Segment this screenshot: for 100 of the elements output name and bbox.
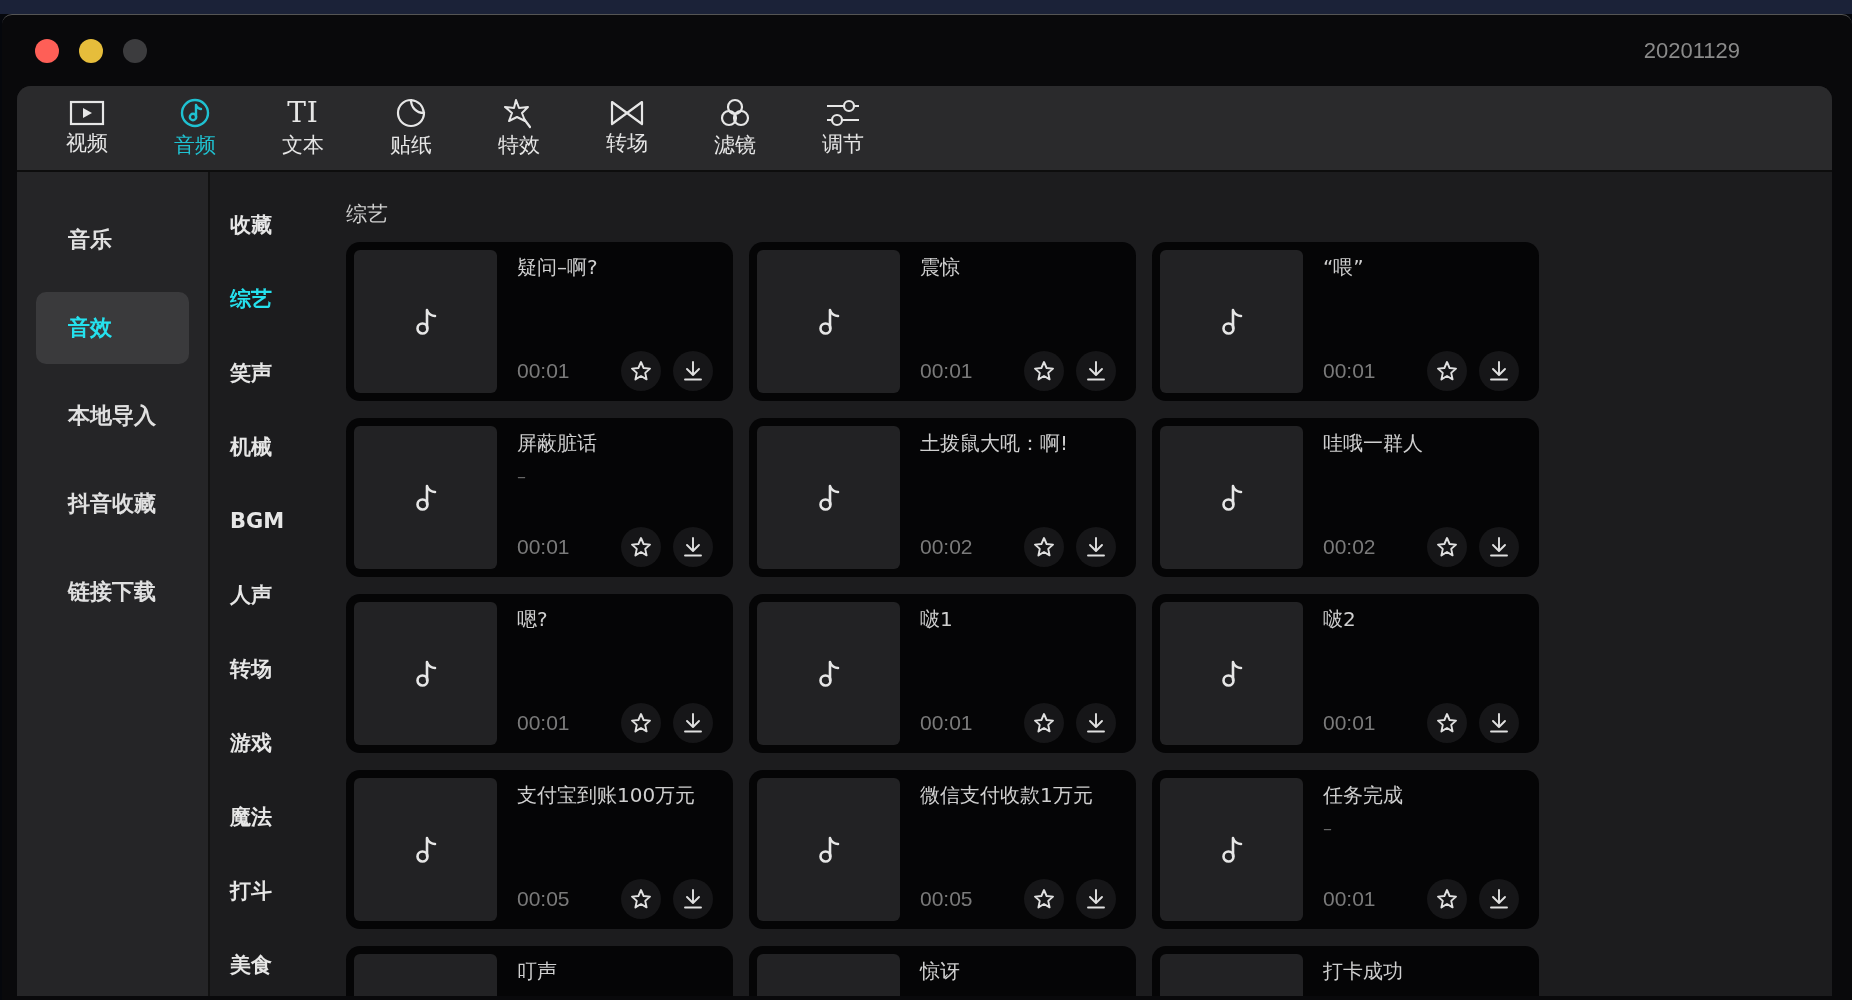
download-icon	[1488, 888, 1510, 910]
download-icon	[1085, 712, 1107, 734]
favorite-button[interactable]	[621, 351, 661, 391]
favorite-button[interactable]	[1024, 527, 1064, 567]
music-note-icon	[1220, 307, 1243, 336]
favorite-button[interactable]	[1427, 879, 1467, 919]
sidebar-item[interactable]: 抖音收藏	[36, 468, 189, 540]
favorite-button[interactable]	[1427, 351, 1467, 391]
sound-card[interactable]: 啵2 00:01	[1152, 594, 1539, 753]
star-icon	[1436, 712, 1458, 734]
category-item[interactable]: 美食	[210, 928, 330, 996]
video-icon	[69, 99, 105, 127]
sound-title: 任务完成	[1323, 783, 1404, 807]
sidebar-item[interactable]: 链接下载	[36, 556, 189, 628]
download-icon	[1085, 360, 1107, 382]
minimize-button[interactable]	[79, 38, 103, 63]
sound-card[interactable]: 叮声	[346, 946, 733, 996]
star-icon	[630, 360, 652, 382]
category-item[interactable]: 机械	[210, 410, 330, 484]
download-button[interactable]	[1479, 351, 1519, 391]
media-tab[interactable]: 滤镜	[681, 86, 789, 170]
category-item[interactable]: 收藏	[210, 188, 330, 262]
favorite-button[interactable]	[1024, 703, 1064, 743]
download-button[interactable]	[673, 351, 713, 391]
media-tab[interactable]: 转场	[573, 86, 681, 170]
sidebar-item[interactable]: 本地导入	[36, 380, 189, 452]
sound-title: 惊讶	[920, 959, 961, 983]
download-button[interactable]	[1076, 351, 1116, 391]
star-icon	[1436, 888, 1458, 910]
music-note-icon	[179, 97, 211, 129]
text-icon: TI	[287, 97, 319, 129]
download-button[interactable]	[1479, 879, 1519, 919]
favorite-button[interactable]	[621, 879, 661, 919]
category-item[interactable]: 打斗	[210, 854, 330, 928]
favorite-button[interactable]	[621, 703, 661, 743]
download-icon	[1085, 536, 1107, 558]
download-button[interactable]	[673, 527, 713, 567]
sound-title: 震惊	[920, 255, 961, 279]
sound-duration: 00:01	[920, 711, 974, 735]
media-tab[interactable]: 贴纸	[357, 86, 465, 170]
music-note-icon	[817, 483, 840, 512]
sound-card[interactable]: 惊讶	[749, 946, 1136, 996]
sound-card[interactable]: 任务完成 – 00:01	[1152, 770, 1539, 929]
sound-card[interactable]: 哇哦一群人 00:02	[1152, 418, 1539, 577]
download-button[interactable]	[673, 703, 713, 743]
sound-card[interactable]: 啵1 00:01	[749, 594, 1136, 753]
sound-card[interactable]: 微信支付收款1万元 00:05	[749, 770, 1136, 929]
download-icon	[682, 360, 704, 382]
favorite-button[interactable]	[621, 527, 661, 567]
download-icon	[1488, 360, 1510, 382]
download-button[interactable]	[1076, 879, 1116, 919]
media-tab[interactable]: 视频	[33, 86, 141, 170]
download-button[interactable]	[673, 879, 713, 919]
sound-duration: 00:05	[517, 887, 571, 911]
sticker-icon	[395, 97, 427, 129]
favorite-button[interactable]	[1024, 351, 1064, 391]
sound-duration: 00:01	[920, 359, 974, 383]
media-tab[interactable]: 调节	[789, 86, 897, 170]
sound-card[interactable]: 震惊 00:01	[749, 242, 1136, 401]
star-icon	[630, 888, 652, 910]
sidebar-item[interactable]: 音乐	[36, 204, 189, 276]
star-icon	[630, 536, 652, 558]
category-item[interactable]: BGM	[210, 484, 330, 558]
category-item[interactable]: 魔法	[210, 780, 330, 854]
media-tab[interactable]: 特效	[465, 86, 573, 170]
category-item[interactable]: 人声	[210, 558, 330, 632]
star-icon	[1436, 536, 1458, 558]
download-button[interactable]	[1479, 527, 1519, 567]
star-icon	[1033, 536, 1055, 558]
category-item[interactable]: 转场	[210, 632, 330, 706]
download-button[interactable]	[1479, 703, 1519, 743]
media-tab[interactable]: TI 文本	[249, 86, 357, 170]
sidebar-item[interactable]: 音效	[36, 292, 189, 364]
star-icon	[1033, 360, 1055, 382]
favorite-button[interactable]	[1024, 879, 1064, 919]
favorite-button[interactable]	[1427, 527, 1467, 567]
sound-card[interactable]: “喂” 00:01	[1152, 242, 1539, 401]
favorite-button[interactable]	[1427, 703, 1467, 743]
filter-icon	[718, 97, 752, 129]
sound-title: 土拨鼠大吼：啊!	[920, 431, 1070, 455]
category-item[interactable]: 游戏	[210, 706, 330, 780]
sound-duration: 00:01	[1323, 711, 1377, 735]
music-note-icon	[1220, 835, 1243, 864]
download-button[interactable]	[1076, 703, 1116, 743]
sound-card[interactable]: 打卡成功	[1152, 946, 1539, 996]
sound-card[interactable]: 支付宝到账100万元 00:05	[346, 770, 733, 929]
close-button[interactable]	[35, 38, 59, 63]
star-icon	[1033, 712, 1055, 734]
category-item[interactable]: 综艺	[210, 262, 330, 336]
sound-card[interactable]: 疑问–啊? 00:01	[346, 242, 733, 401]
sound-card[interactable]: 土拨鼠大吼：啊! 00:02	[749, 418, 1136, 577]
sound-card[interactable]: 嗯? 00:01	[346, 594, 733, 753]
download-button[interactable]	[1076, 527, 1116, 567]
sound-duration: 00:02	[1323, 535, 1377, 559]
media-tab[interactable]: 音频	[141, 86, 249, 170]
sound-duration: 00:01	[1323, 359, 1377, 383]
sound-subtitle: –	[517, 465, 527, 486]
sound-card[interactable]: 屏蔽脏话 – 00:01	[346, 418, 733, 577]
category-item[interactable]: 笑声	[210, 336, 330, 410]
sound-title: 叮声	[517, 959, 558, 983]
